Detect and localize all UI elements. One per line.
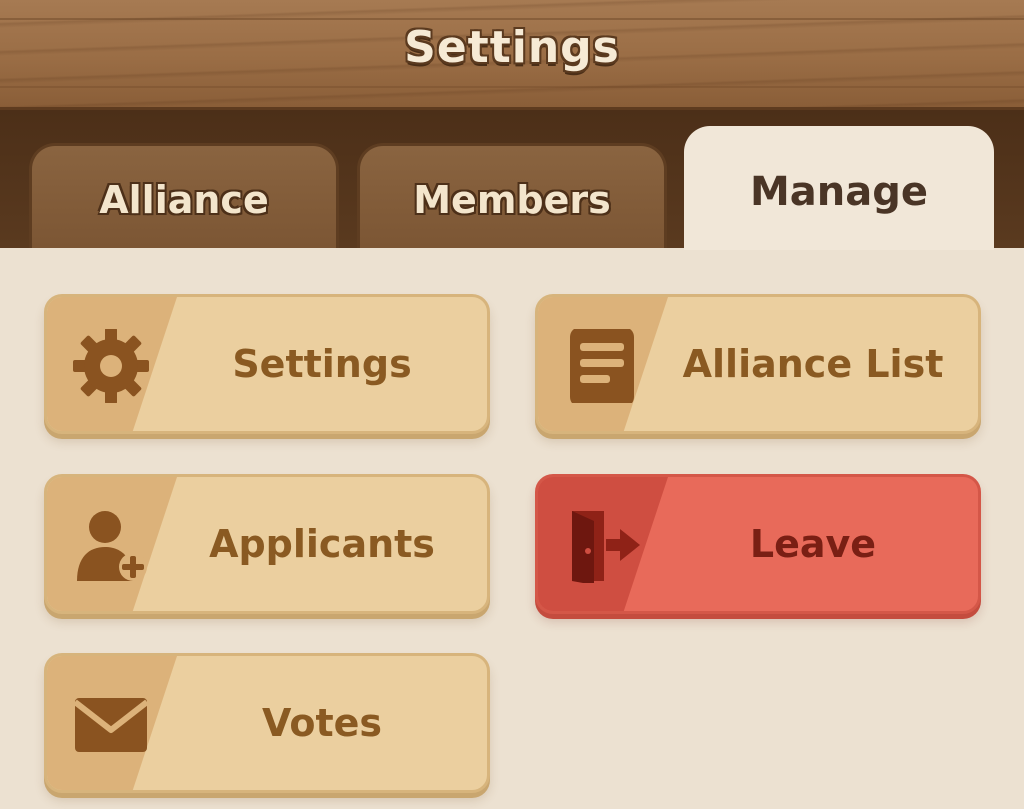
votes-button-label: Votes — [262, 701, 382, 745]
tab-alliance[interactable]: Alliance — [29, 143, 339, 248]
alliance-manage-screen: Settings Alliance Members Settings Allia… — [0, 0, 1024, 809]
document-list-icon — [570, 329, 634, 403]
alliance-list-button-label: Alliance List — [682, 342, 944, 386]
alliance-list-button[interactable]: Alliance List — [535, 294, 981, 434]
exit-door-icon — [572, 511, 640, 583]
gear-icon — [73, 329, 149, 403]
tab-members[interactable]: Members — [357, 143, 667, 248]
wood-grain — [0, 86, 1024, 88]
leave-button-label: Leave — [749, 522, 877, 566]
applicants-button[interactable]: Applicants — [44, 474, 490, 614]
wood-grain — [0, 18, 1024, 20]
settings-button[interactable]: Settings — [44, 294, 490, 434]
manage-panel: Settings Alliance List Applicants Leave … — [0, 248, 1024, 809]
settings-button-label: Settings — [232, 342, 412, 386]
leave-button[interactable]: Leave — [535, 474, 981, 614]
page-title: Settings — [404, 22, 620, 73]
header-bar: Settings — [0, 0, 1024, 110]
votes-button[interactable]: Votes — [44, 653, 490, 793]
add-user-icon — [77, 511, 147, 581]
envelope-icon — [73, 698, 149, 752]
applicants-button-label: Applicants — [209, 522, 435, 566]
tab-manage[interactable]: Manage — [684, 126, 994, 250]
